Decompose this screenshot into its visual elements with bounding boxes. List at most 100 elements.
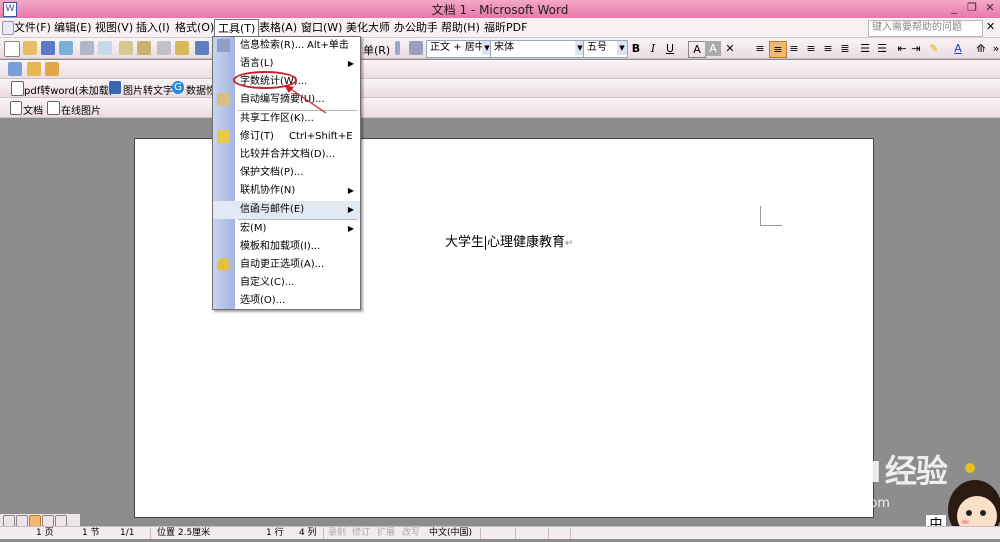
bold-button[interactable]: B	[628, 41, 644, 56]
online-image-button[interactable]: 在线图片	[61, 102, 101, 117]
paragraph-mark: ↵	[565, 238, 574, 249]
close-icon[interactable]: ✕	[981, 1, 999, 16]
status-bar: 1 页 1 节 1/1 位置 2.5厘米 1 行 4 列 录制 修订 扩展 改写…	[0, 526, 1000, 539]
status-record[interactable]: 录制	[328, 528, 346, 539]
permission-icon[interactable]	[59, 41, 73, 55]
status-extend[interactable]: 扩展	[377, 528, 395, 539]
styles-pane-icon[interactable]	[409, 41, 423, 55]
font-select[interactable]: 宋体 ▼	[490, 40, 586, 58]
research-icon[interactable]	[137, 41, 151, 55]
paste-icon[interactable]	[175, 41, 189, 55]
spelling-icon[interactable]	[119, 41, 133, 55]
extra-toolbar	[0, 60, 1000, 79]
align-center-icon[interactable]: ≡	[769, 41, 787, 58]
menu-item-autocorrect[interactable]: 自动更正选项(A)...	[213, 256, 360, 274]
text-before-cursor: 大学生	[445, 235, 485, 250]
font-color-icon[interactable]: A	[950, 41, 966, 56]
toolbar-options-icon[interactable]: »	[988, 41, 1000, 56]
open-folder-icon[interactable]	[23, 41, 37, 55]
char-border-button[interactable]: A	[688, 41, 706, 58]
status-language: 中文(中国)	[429, 528, 473, 538]
chevron-down-icon[interactable]: ▼	[617, 41, 627, 55]
italic-button[interactable]: I	[645, 41, 661, 56]
autosummarize-icon	[217, 93, 230, 106]
menu-item-online-collaboration[interactable]: 联机协作(N) ▶	[213, 182, 360, 200]
new-doc-icon[interactable]	[4, 41, 20, 57]
status-overtype[interactable]: 改写	[402, 528, 420, 539]
highlight-icon[interactable]: ✎	[926, 41, 942, 56]
menu-office-helper[interactable]: 办公助手	[391, 20, 441, 36]
online-image-icon[interactable]	[47, 101, 60, 115]
align-right-icon[interactable]: ≡	[786, 41, 802, 56]
font-size-select[interactable]: 五号 ▼	[583, 40, 628, 58]
menu-item-track-changes[interactable]: 修订(T) Ctrl+Shift+E	[213, 128, 360, 146]
menu-file[interactable]: 文件(F)	[11, 20, 54, 36]
menu-item-customize[interactable]: 自定义(C)...	[213, 274, 360, 292]
minimize-icon[interactable]: _	[945, 1, 963, 16]
menu-item-protect-document[interactable]: 保护文档(P)...	[213, 164, 360, 182]
submenu-arrow-icon: ▶	[347, 59, 354, 68]
menu-insert[interactable]: 插入(I)	[133, 20, 173, 36]
style-partial-label[interactable]: 单(R)	[363, 42, 390, 58]
restore-icon[interactable]: ❐	[963, 1, 981, 16]
doc-button[interactable]: 文档	[23, 102, 43, 117]
margin-corner-mark	[760, 206, 782, 226]
menu-item-label: 模板和加载项(I)...	[240, 241, 321, 252]
doc-icon[interactable]	[10, 101, 22, 115]
toolbar-icon-2[interactable]	[27, 62, 41, 76]
align-left-icon[interactable]: ≡	[752, 41, 768, 56]
status-track[interactable]: 修订	[352, 528, 370, 539]
menu-item-templates-addins[interactable]: 模板和加载项(I)...	[213, 238, 360, 256]
document-text[interactable]: 大学生 心理健康教育↵	[445, 231, 573, 250]
menu-item-label: 宏(M)	[240, 223, 267, 234]
title-bar: W 文档 1 - Microsoft Word _ ❐ ✕	[0, 0, 1000, 18]
menu-beautify[interactable]: 美化大师	[343, 20, 393, 36]
pdf-doc-icon[interactable]	[11, 81, 24, 96]
menu-item-letters-mailings[interactable]: 信函与邮件(E) ▶	[213, 201, 360, 219]
menu-foxit-pdf[interactable]: 福昕PDF	[481, 20, 530, 36]
menu-item-options[interactable]: 选项(O)...	[213, 292, 360, 310]
style-select[interactable]: 正文 + 居中 ▼	[426, 40, 493, 58]
status-page-of: 1/1	[120, 528, 135, 538]
menu-edit[interactable]: 编辑(E)	[51, 20, 95, 36]
char-scale-icon[interactable]: ✕	[722, 41, 738, 56]
toolbar-icon-3[interactable]	[45, 62, 59, 76]
distribute-icon[interactable]: ≡	[820, 41, 836, 56]
close-doc-icon[interactable]: ✕	[983, 19, 998, 35]
toolbar-grip-icon[interactable]	[395, 41, 400, 55]
grow-font-icon[interactable]: ⟰	[973, 41, 989, 56]
cut-icon[interactable]	[157, 41, 171, 55]
status-separator	[150, 528, 151, 539]
image-to-text-icon[interactable]	[109, 81, 121, 94]
help-search-input[interactable]: 键入需要帮助的问题	[868, 20, 983, 37]
undo-icon[interactable]	[195, 41, 209, 55]
increase-indent-icon[interactable]: ⇥	[908, 41, 924, 56]
docs-toolbar: 文档 在线图片	[0, 98, 1000, 118]
menu-help[interactable]: 帮助(H)	[438, 20, 483, 36]
menu-item-label: 自定义(C)...	[240, 277, 295, 288]
underline-button[interactable]: U	[662, 41, 678, 56]
menu-item-research[interactable]: 信息检索(R)... Alt+单击	[213, 37, 360, 55]
watermark-url: jingyan.baidu.com	[770, 496, 890, 511]
status-separator	[480, 528, 481, 539]
menu-item-label: 修订(T)	[240, 131, 274, 142]
menu-item-macro[interactable]: 宏(M) ▶	[213, 220, 360, 238]
menu-item-language[interactable]: 语言(L) ▶	[213, 55, 360, 73]
menu-table[interactable]: 表格(A)	[256, 20, 300, 36]
numbering-icon[interactable]: ☰	[857, 41, 873, 56]
print-preview-icon[interactable]	[98, 41, 112, 55]
char-shading-button[interactable]: A	[705, 41, 721, 56]
image-to-text-button[interactable]: 图片转文字	[123, 82, 173, 97]
save-icon[interactable]	[41, 41, 55, 55]
toolbar-icon-1[interactable]	[8, 62, 22, 76]
line-spacing-icon[interactable]: ≣	[837, 41, 853, 56]
menu-window[interactable]: 窗口(W)	[298, 20, 345, 36]
menu-view[interactable]: 视图(V)	[92, 20, 136, 36]
menu-format[interactable]: 格式(O)	[172, 20, 217, 36]
data-recovery-icon[interactable]: G	[172, 81, 184, 94]
bullets-icon[interactable]: ☰	[874, 41, 890, 56]
pdf-to-word-button[interactable]: pdf转word(未加载)	[24, 82, 113, 97]
justify-icon[interactable]: ≡	[803, 41, 819, 56]
print-icon[interactable]	[80, 41, 94, 55]
menu-item-compare-merge[interactable]: 比较并合并文档(D)...	[213, 146, 360, 164]
